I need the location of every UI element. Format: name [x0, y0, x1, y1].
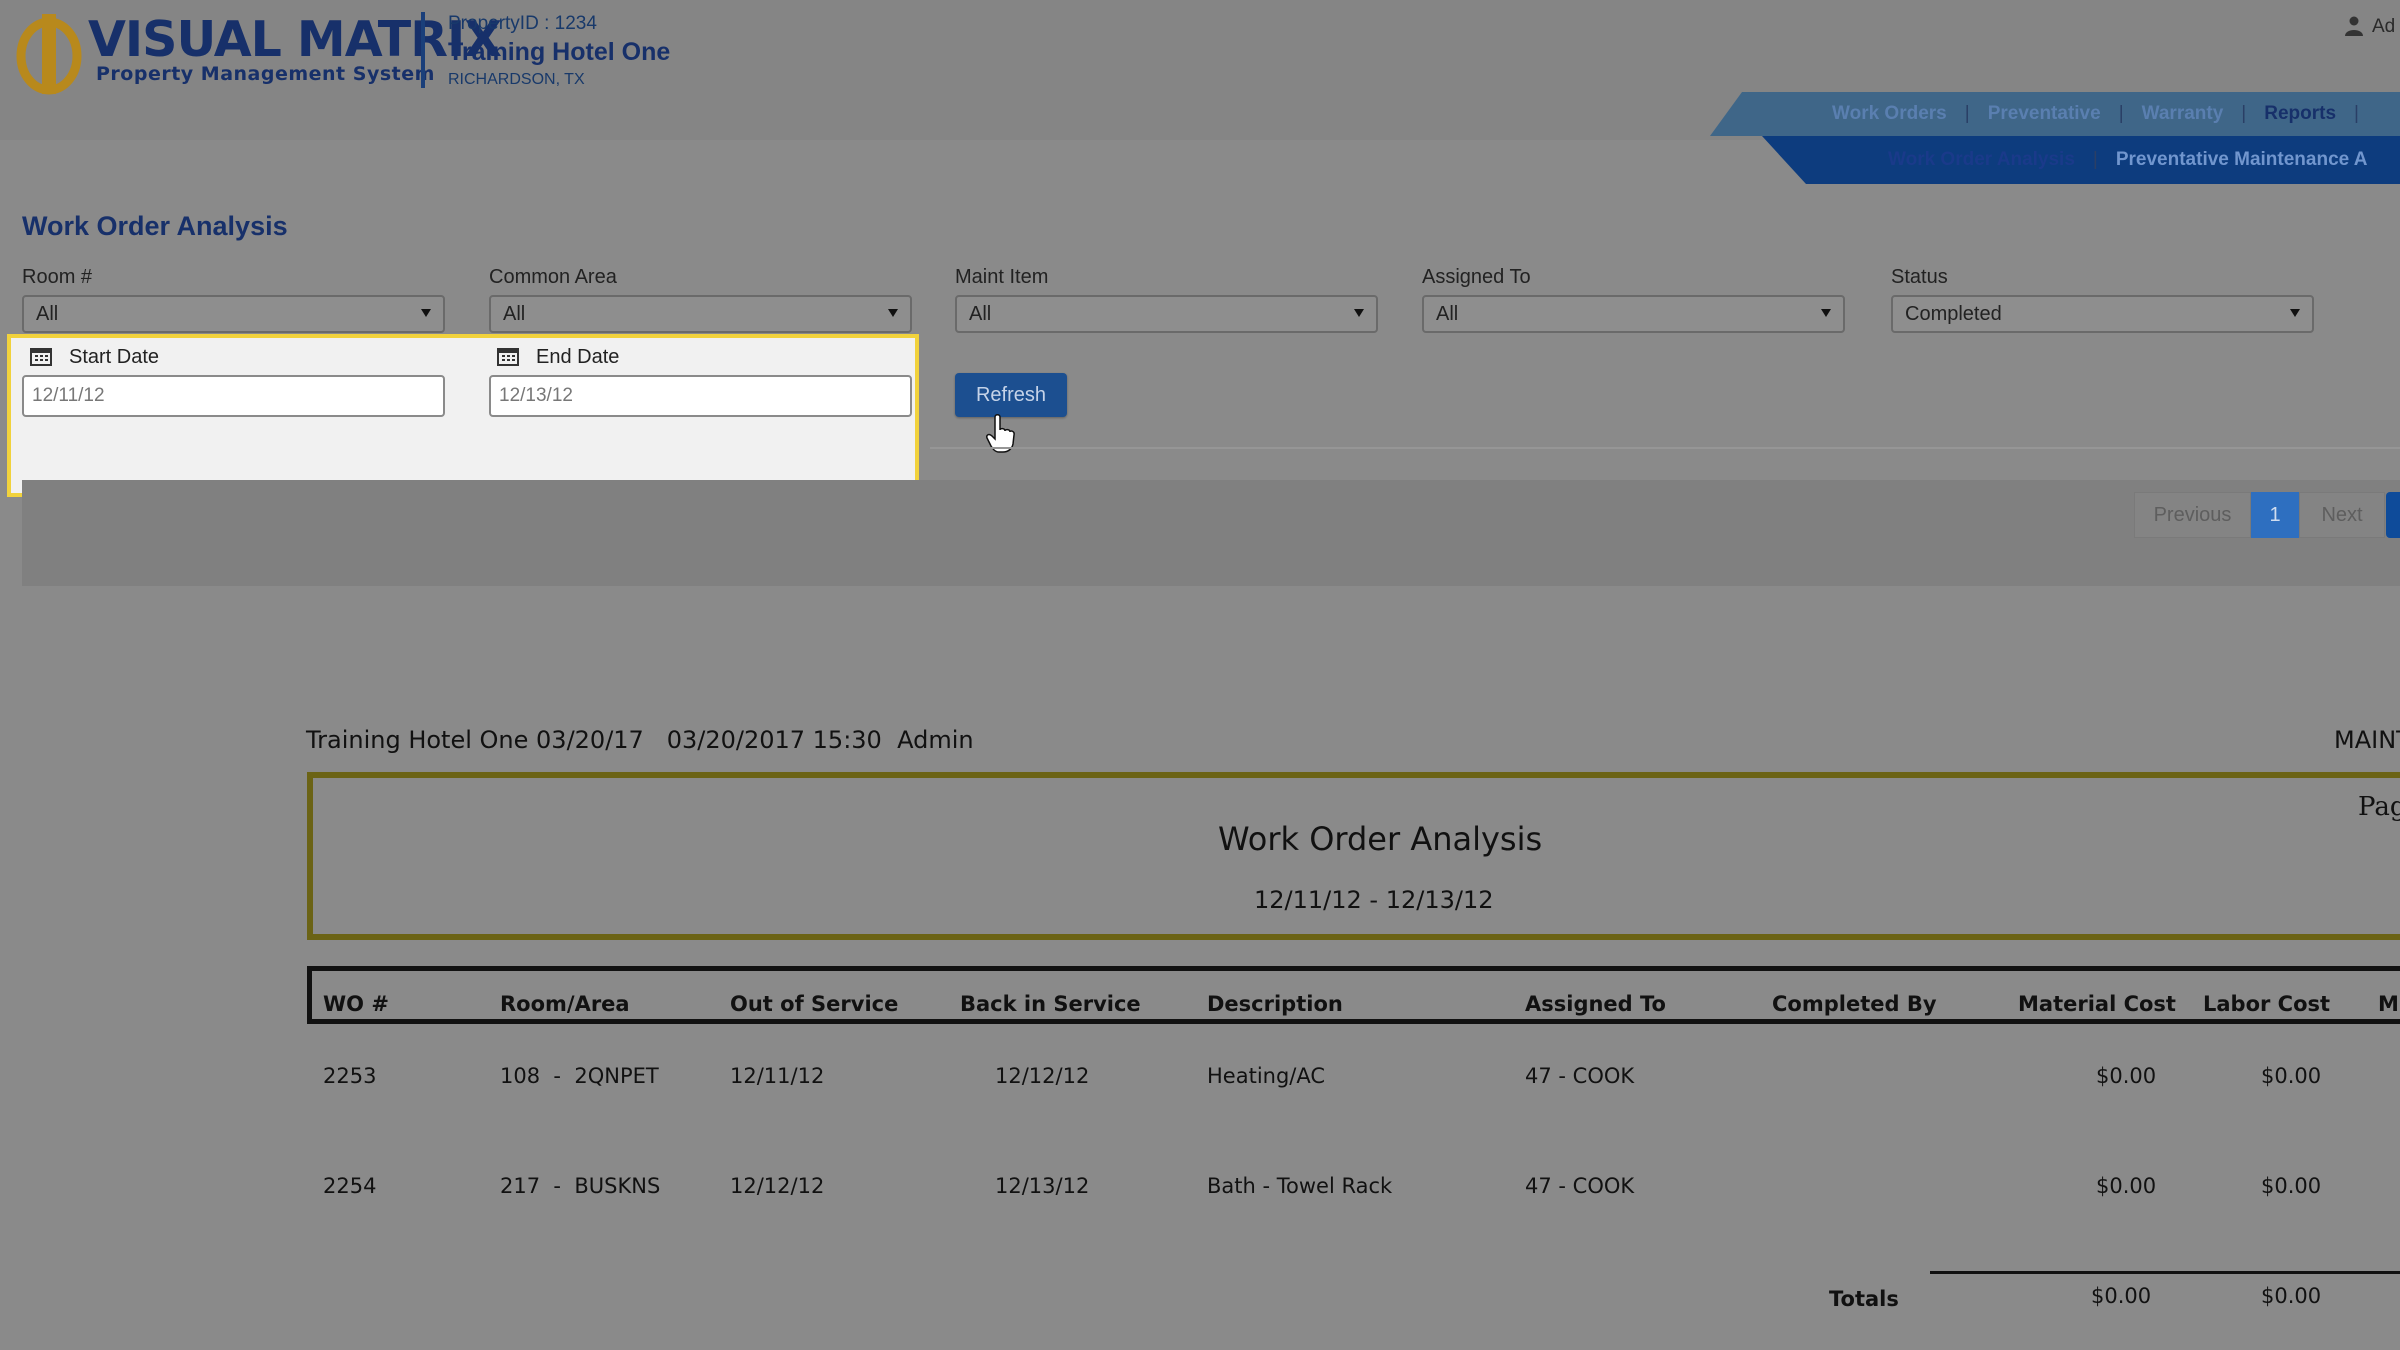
chevron-down-icon: [888, 309, 898, 317]
nav-work-orders[interactable]: Work Orders: [1832, 103, 1947, 125]
logo-title: VISUAL MATRIX: [88, 11, 502, 68]
column-header-misc: Mi: [2378, 992, 2400, 1016]
status-filter-label: Status: [1891, 266, 1948, 288]
maint-item-select[interactable]: All: [955, 295, 1378, 333]
table-row-cell-assigned-to: 47 - COOK: [1525, 1064, 1635, 1088]
calendar-icon[interactable]: [30, 346, 52, 366]
user-icon[interactable]: [2345, 16, 2363, 36]
totals-divider: [1930, 1271, 2400, 1274]
table-row-cell-material-cost: $0.00: [2096, 1174, 2157, 1198]
column-header-assigned-to: Assigned To: [1525, 992, 1666, 1016]
maint-item-filter-label: Maint Item: [955, 266, 1049, 288]
room-select[interactable]: All: [22, 295, 445, 333]
results-toolbar: [22, 480, 2400, 586]
column-header-labor-cost: Labor Cost: [2203, 992, 2331, 1016]
visual-matrix-logo-icon: [16, 14, 82, 95]
nav-reports[interactable]: Reports: [2264, 103, 2336, 125]
totals-material-cost: $0.00: [2091, 1284, 2152, 1308]
report-title: Work Order Analysis: [1218, 820, 1543, 858]
nav-separator: |: [2354, 103, 2359, 124]
nav-separator: |: [2241, 103, 2247, 124]
nav-preventative[interactable]: Preventative: [1988, 103, 2101, 125]
assigned-to-select-value: All: [1436, 302, 1459, 325]
table-row-cell-labor-cost: $0.00: [2261, 1064, 2322, 1088]
common-area-select[interactable]: All: [489, 295, 912, 333]
start-date-label: Start Date: [69, 346, 160, 368]
chevron-down-icon: [1821, 309, 1831, 317]
user-menu-label[interactable]: Ad: [2372, 16, 2395, 38]
assigned-to-select[interactable]: All: [1422, 295, 1845, 333]
table-row-cell-labor-cost: $0.00: [2261, 1174, 2322, 1198]
calendar-icon[interactable]: [497, 346, 519, 366]
main-nav: Work Orders | Preventative | Warranty | …: [1710, 92, 2400, 136]
subnav-preventative-maintenance[interactable]: Preventative Maintenance A: [2116, 149, 2368, 171]
logo-subtitle: Property Management System: [96, 63, 435, 85]
nav-warranty[interactable]: Warranty: [2142, 103, 2224, 125]
report-header-line: Training Hotel One 03/20/17 03/20/2017 1…: [306, 726, 974, 754]
table-row-cell-description: Heating/AC: [1207, 1064, 1326, 1088]
common-area-select-value: All: [503, 302, 526, 325]
start-date-input[interactable]: 12/11/12: [22, 375, 445, 417]
table-row-cell-wo: 2254: [323, 1174, 377, 1198]
assigned-to-filter-label: Assigned To: [1422, 266, 1531, 288]
end-date-label: End Date: [536, 346, 620, 368]
table-row-cell-description: Bath - Towel Rack: [1207, 1174, 1393, 1198]
page-title: Work Order Analysis: [22, 211, 288, 241]
chevron-down-icon: [2290, 309, 2300, 317]
hotel-location: RICHARDSON, TX: [448, 71, 585, 88]
table-row-cell-room-area: 108 - 2QNPET: [500, 1064, 659, 1088]
common-area-filter-label: Common Area: [489, 266, 617, 288]
subnav-work-order-analysis[interactable]: Work Order Analysis: [1888, 149, 2075, 171]
room-select-value: All: [36, 302, 59, 325]
totals-labor-cost: $0.00: [2261, 1284, 2322, 1308]
table-row-cell-out-of-service: 12/11/12: [730, 1064, 825, 1088]
totals-label: Totals: [1829, 1287, 1899, 1311]
table-row-cell-back-in-service: 12/12/12: [995, 1064, 1090, 1088]
table-row-cell-wo: 2253: [323, 1064, 377, 1088]
hotel-name: Training Hotel One: [448, 38, 671, 66]
table-row-cell-material-cost: $0.00: [2096, 1064, 2157, 1088]
status-select-value: Completed: [1905, 302, 2002, 325]
property-id: PropertyID : 1234: [448, 13, 597, 34]
refresh-button[interactable]: Refresh: [955, 373, 1067, 417]
chevron-down-icon: [1354, 309, 1364, 317]
table-row-cell-back-in-service: 12/13/12: [995, 1174, 1090, 1198]
nav-separator: |: [1964, 103, 1970, 124]
report-page-label: Pag: [2358, 792, 2400, 822]
sub-nav: Work Order Analysis | Preventative Maint…: [1762, 136, 2400, 184]
room-filter-label: Room #: [22, 266, 93, 288]
column-header-wo: WO #: [323, 992, 389, 1016]
pager-extra-button[interactable]: [2386, 492, 2400, 538]
maint-item-select-value: All: [969, 302, 992, 325]
pager-next-button[interactable]: Next: [2299, 492, 2385, 538]
header-divider: [421, 12, 425, 88]
status-select[interactable]: Completed: [1891, 295, 2314, 333]
column-header-room-area: Room/Area: [500, 992, 630, 1016]
report-maint-label: MAINT: [2334, 726, 2400, 754]
column-header-description: Description: [1207, 992, 1343, 1016]
filter-divider: [930, 447, 2400, 449]
column-header-completed-by: Completed By: [1772, 992, 1937, 1016]
pager-previous-button[interactable]: Previous: [2134, 492, 2251, 538]
nav-separator: |: [2118, 103, 2124, 124]
table-row-cell-out-of-service: 12/12/12: [730, 1174, 825, 1198]
chevron-down-icon: [421, 309, 431, 317]
report-date-range: 12/11/12 - 12/13/12: [1254, 886, 1494, 914]
column-header-out-of-service: Out of Service: [730, 992, 899, 1016]
column-header-back-in-service: Back in Service: [960, 992, 1141, 1016]
pager-page-1[interactable]: 1: [2251, 492, 2299, 538]
column-header-material-cost: Material Cost: [2018, 992, 2176, 1016]
end-date-input[interactable]: 12/13/12: [489, 375, 912, 417]
table-row-cell-assigned-to: 47 - COOK: [1525, 1174, 1635, 1198]
table-row-cell-room-area: 217 - BUSKNS: [500, 1174, 661, 1198]
nav-separator: |: [2092, 149, 2098, 170]
